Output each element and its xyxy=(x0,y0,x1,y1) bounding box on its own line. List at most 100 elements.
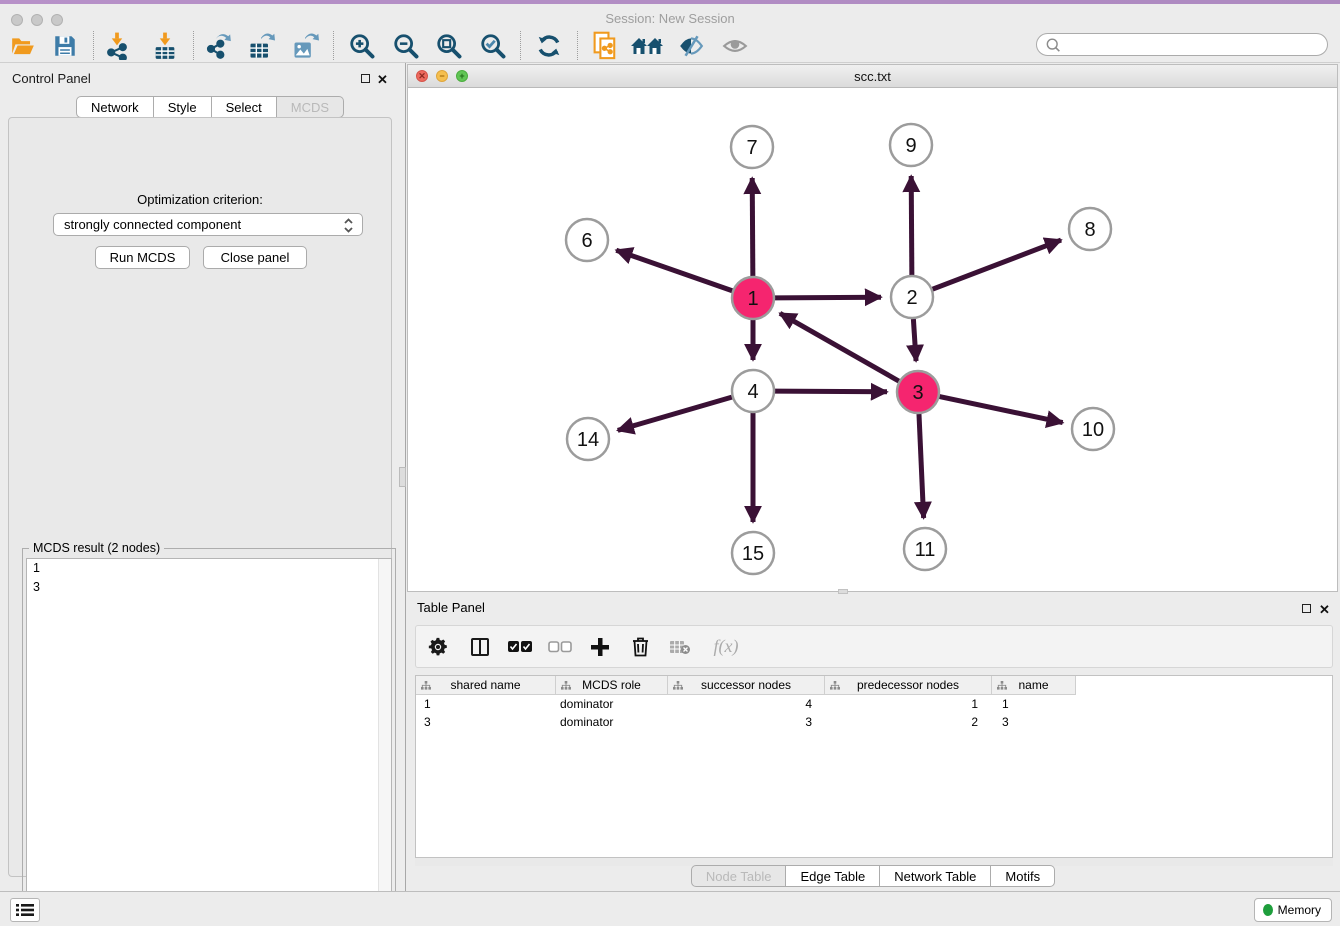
column-header-shared-name[interactable]: shared name xyxy=(416,676,556,695)
column-header-name[interactable]: name xyxy=(992,676,1076,695)
mcds-result-list[interactable]: 13 xyxy=(26,558,392,919)
graph-edge-3-10[interactable] xyxy=(940,397,1063,423)
graph-edge-2-9[interactable] xyxy=(911,176,912,275)
table-cell[interactable]: dominator xyxy=(556,713,668,731)
table-panel-title: Table Panel xyxy=(417,600,485,615)
graph-node-label: 2 xyxy=(906,287,917,309)
graph-edge-3-1[interactable] xyxy=(780,313,899,381)
import-table-icon[interactable] xyxy=(148,31,182,61)
save-session-icon[interactable] xyxy=(48,31,82,61)
table-cell[interactable]: 3 xyxy=(416,713,556,731)
memory-status-icon xyxy=(1263,904,1273,916)
export-image-icon[interactable] xyxy=(288,31,322,61)
table-cell[interactable]: 2 xyxy=(825,713,992,731)
network-canvas[interactable]: 1234678910111415 xyxy=(408,88,1337,591)
toolbar-separator xyxy=(333,31,334,60)
sort-icon xyxy=(830,680,840,694)
graph-edge-2-3[interactable] xyxy=(913,319,916,361)
control-panel-float-icon[interactable] xyxy=(361,74,370,83)
table-row[interactable]: 3dominator323 xyxy=(416,713,1076,731)
table-cell[interactable]: 1 xyxy=(825,695,992,713)
first-neighbors-icon[interactable] xyxy=(630,31,664,61)
graph-edge-1-2[interactable] xyxy=(775,297,881,298)
table-cell[interactable]: 1 xyxy=(416,695,556,713)
hide-graphics-icon[interactable] xyxy=(674,31,708,61)
open-file-icon[interactable] xyxy=(6,31,40,61)
network-window-titlebar[interactable]: ✕ − + scc.txt xyxy=(408,65,1337,88)
zoom-in-icon[interactable] xyxy=(345,31,379,61)
add-column-icon[interactable] xyxy=(580,632,620,662)
deselect-all-icon[interactable] xyxy=(540,632,580,662)
column-view-icon[interactable] xyxy=(460,632,500,662)
column-header-predecessor-nodes[interactable]: predecessor nodes xyxy=(825,676,992,695)
toolbar-separator xyxy=(193,31,194,60)
tab-mcds[interactable]: MCDS xyxy=(277,96,344,118)
search-box[interactable] xyxy=(1036,33,1328,56)
export-network-icon[interactable] xyxy=(201,31,235,61)
divider-handle[interactable] xyxy=(399,467,406,487)
tab-style[interactable]: Style xyxy=(154,96,212,118)
mcds-result-scrollbar[interactable] xyxy=(378,559,391,918)
settings-gear-icon[interactable] xyxy=(416,632,460,662)
graph-edge-2-8[interactable] xyxy=(933,240,1061,289)
control-panel-title: Control Panel xyxy=(12,71,91,86)
run-mcds-button[interactable]: Run MCDS xyxy=(95,246,190,269)
table-cell[interactable]: dominator xyxy=(556,695,668,713)
table-cell[interactable]: 4 xyxy=(668,695,825,713)
column-header-MCDS-role[interactable]: MCDS role xyxy=(556,676,668,695)
graph-node-label: 14 xyxy=(577,429,599,451)
network-window: ✕ − + scc.txt 1234678910111415 xyxy=(407,64,1338,592)
selected-option: strongly connected component xyxy=(64,217,241,232)
table-panel-close-icon[interactable]: ✕ xyxy=(1319,604,1330,615)
mcds-result-item: 1 xyxy=(27,559,391,578)
table-tabs: Node Table Edge Table Network Table Moti… xyxy=(406,865,1340,887)
graph-edge-1-6[interactable] xyxy=(616,250,732,291)
delete-column-icon[interactable] xyxy=(620,632,660,662)
tab-network[interactable]: Network xyxy=(76,96,154,118)
memory-button[interactable]: Memory xyxy=(1254,898,1332,922)
close-panel-button[interactable]: Close panel xyxy=(203,246,307,269)
tab-network-table[interactable]: Network Table xyxy=(880,865,991,887)
tab-motifs[interactable]: Motifs xyxy=(991,865,1055,887)
optimization-criterion-select[interactable]: strongly connected component xyxy=(53,213,363,236)
sort-icon xyxy=(421,680,431,694)
fit-content-icon[interactable] xyxy=(432,31,466,61)
table-cell[interactable]: 3 xyxy=(668,713,825,731)
node-table-header: shared nameMCDS rolesuccessor nodesprede… xyxy=(416,676,1076,695)
graph-edge-4-14[interactable] xyxy=(618,397,732,430)
table-panel-float-icon[interactable] xyxy=(1302,604,1311,613)
control-panel-close-icon[interactable]: ✕ xyxy=(377,74,388,85)
graph-node-label: 4 xyxy=(747,381,758,403)
tab-edge-table[interactable]: Edge Table xyxy=(786,865,880,887)
zoom-selected-icon[interactable] xyxy=(476,31,510,61)
mcds-result-group: MCDS result (2 nodes) 13 xyxy=(22,548,396,924)
table-cell[interactable]: 1 xyxy=(992,695,1076,713)
tab-node-table[interactable]: Node Table xyxy=(691,865,787,887)
select-all-icon[interactable] xyxy=(500,632,540,662)
graph-edge-4-3[interactable] xyxy=(775,391,887,392)
tab-select[interactable]: Select xyxy=(212,96,277,118)
zoom-out-icon[interactable] xyxy=(389,31,423,61)
column-header-successor-nodes[interactable]: successor nodes xyxy=(668,676,825,695)
show-graphics-icon[interactable] xyxy=(718,31,752,61)
window-titlebar: Session: New Session xyxy=(0,4,1340,28)
refresh-icon[interactable] xyxy=(532,31,566,61)
table-cell[interactable]: 3 xyxy=(992,713,1076,731)
task-history-button[interactable] xyxy=(10,898,40,922)
import-network-icon[interactable] xyxy=(100,31,134,61)
graph-edge-1-7[interactable] xyxy=(752,178,753,276)
function-builder-icon[interactable]: f(x) xyxy=(700,632,752,662)
table-row[interactable]: 1dominator411 xyxy=(416,695,1076,713)
toolbar-separator xyxy=(577,31,578,60)
mcds-panel: Optimization criterion: strongly connect… xyxy=(8,117,392,877)
delete-table-icon[interactable] xyxy=(660,632,700,662)
graph-node-label: 6 xyxy=(581,230,592,252)
status-bar: Memory xyxy=(0,891,1340,926)
export-table-icon[interactable] xyxy=(244,31,278,61)
divider-handle-horizontal[interactable] xyxy=(838,589,848,594)
mcds-result-title: MCDS result (2 nodes) xyxy=(29,541,164,555)
mcds-result-item: 3 xyxy=(27,578,391,597)
graph-edge-3-11[interactable] xyxy=(919,414,924,518)
search-input[interactable] xyxy=(1065,36,1327,54)
copy-network-icon[interactable] xyxy=(588,31,622,61)
